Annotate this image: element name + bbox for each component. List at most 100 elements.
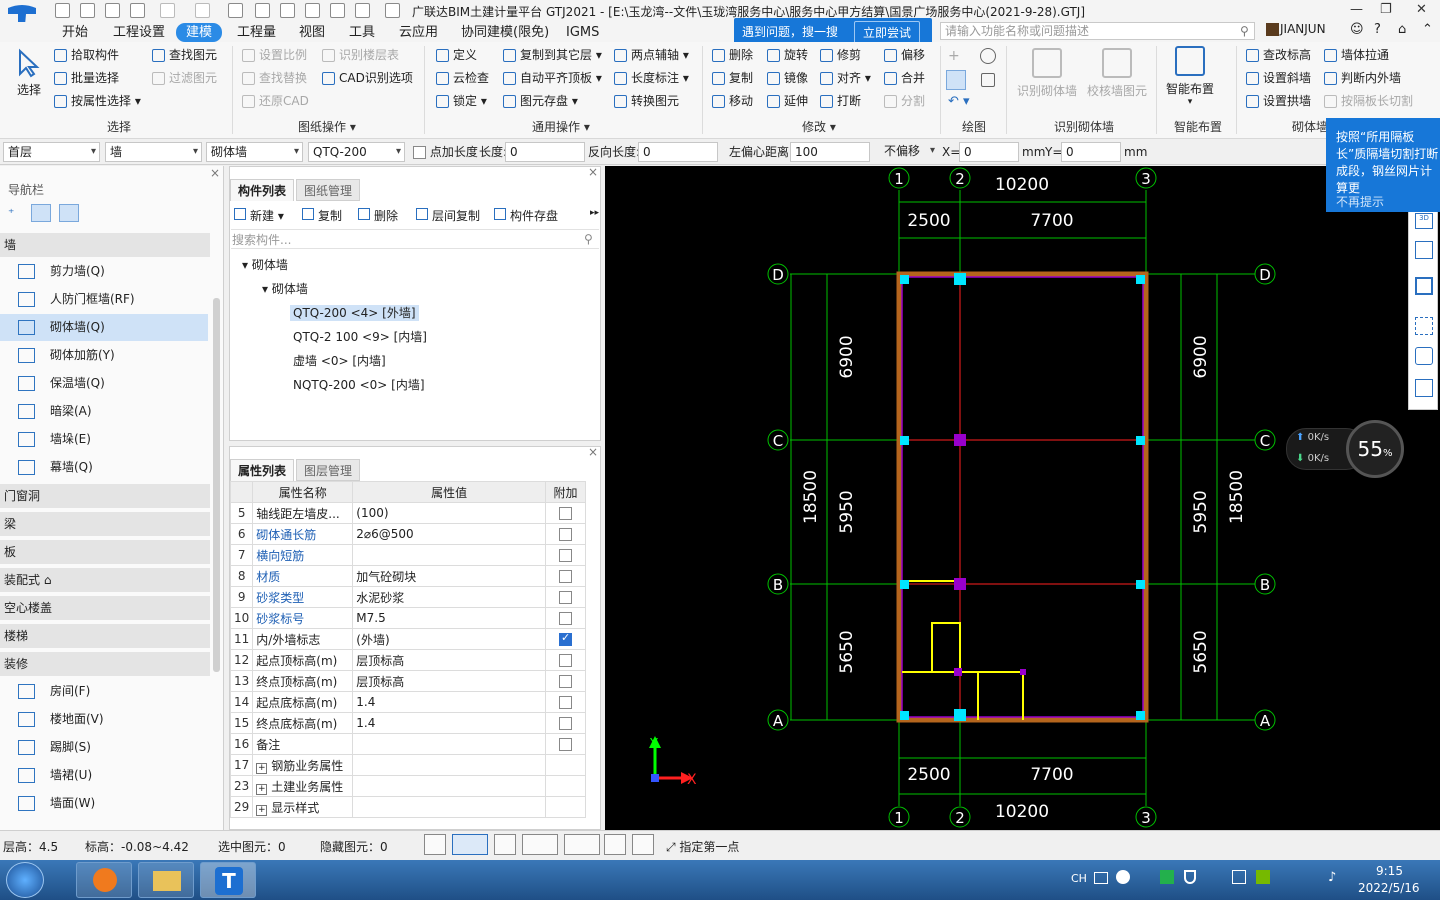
nav-item-insulation-wall[interactable]: 保温墙(Q) bbox=[0, 370, 208, 397]
merge-button[interactable]: 合并 bbox=[884, 68, 925, 88]
layout-icon[interactable] bbox=[305, 3, 320, 18]
extra-checkbox[interactable] bbox=[545, 502, 586, 524]
list-view-icon[interactable] bbox=[31, 204, 51, 222]
nav-item-dado[interactable]: 墙裙(U) bbox=[0, 762, 208, 789]
box-view-icon[interactable] bbox=[1415, 347, 1433, 365]
nav-section-openings[interactable]: 门窗洞 bbox=[0, 484, 210, 508]
mirror-button[interactable]: 镜像 bbox=[767, 68, 808, 88]
property-value[interactable]: M7.5 bbox=[352, 607, 546, 629]
property-value[interactable]: (100) bbox=[352, 502, 546, 524]
tab-component-list[interactable]: 构件列表 bbox=[230, 179, 295, 201]
extra-checkbox[interactable] bbox=[545, 565, 586, 587]
taskbar-explorer[interactable] bbox=[138, 862, 194, 898]
dont-show-again-button[interactable]: 不再提示 bbox=[1336, 194, 1384, 211]
curve-draw-icon[interactable]: ↶ ▾ bbox=[948, 94, 970, 109]
y-input[interactable]: 0 bbox=[1061, 142, 1121, 162]
no-offset-select[interactable]: 不偏移 bbox=[880, 142, 938, 162]
component-select[interactable]: QTQ-200 bbox=[308, 142, 405, 162]
detail-view-icon[interactable] bbox=[59, 204, 79, 222]
clock-time[interactable]: 9:15 bbox=[1376, 864, 1403, 878]
tree-sub[interactable]: ▾ 砌体墙 bbox=[262, 280, 308, 297]
property-row[interactable]: 10 砂浆标号 M7.5 bbox=[229, 607, 586, 629]
property-row[interactable]: 16 备注 bbox=[229, 733, 586, 755]
redo-icon[interactable] bbox=[195, 3, 210, 18]
cloud-check-button[interactable]: 云检查 bbox=[436, 68, 489, 88]
sum-icon[interactable] bbox=[228, 3, 243, 18]
break-button[interactable]: 打断 bbox=[820, 91, 861, 111]
delete-button[interactable]: 删除 bbox=[712, 45, 753, 65]
volume-icon[interactable]: ♪ bbox=[1328, 870, 1336, 885]
upload-icon[interactable] bbox=[55, 3, 70, 18]
find-icon[interactable] bbox=[255, 3, 270, 18]
angle-icon[interactable] bbox=[522, 834, 558, 855]
display-icon[interactable] bbox=[604, 834, 626, 855]
check-wall-button[interactable]: 校核墙图元 bbox=[1086, 48, 1148, 99]
extra-checkbox[interactable] bbox=[545, 586, 586, 608]
memory-percent[interactable]: 55% bbox=[1346, 420, 1404, 478]
copy-component-button[interactable]: 复制 bbox=[302, 207, 342, 224]
property-value[interactable]: 1.4 bbox=[352, 691, 546, 713]
copy-to-floor-button[interactable]: 复制到其它层 ▾ bbox=[503, 45, 602, 65]
property-group-row[interactable]: 17 + 钢筋业务属性 bbox=[229, 754, 586, 776]
extra-checkbox[interactable] bbox=[545, 607, 586, 629]
new-file-icon[interactable] bbox=[80, 3, 95, 18]
extend-button[interactable]: 延伸 bbox=[767, 91, 808, 111]
group-modify-label[interactable]: 修改 ▾ bbox=[802, 118, 836, 135]
list-report-icon[interactable] bbox=[1415, 379, 1433, 397]
extra-checkbox[interactable] bbox=[545, 544, 586, 566]
nav-section-decoration[interactable]: 装修 bbox=[0, 652, 210, 676]
nav-section-stairs[interactable]: 楼梯 bbox=[0, 624, 210, 648]
cad-options-button[interactable]: CAD识别选项 bbox=[322, 68, 413, 88]
cut-by-board-button[interactable]: 按隔板长切割 bbox=[1324, 91, 1413, 111]
point-draw-icon[interactable]: + bbox=[948, 48, 964, 64]
panel-close-icon[interactable]: × bbox=[588, 165, 598, 179]
panel-close-icon[interactable]: × bbox=[588, 445, 598, 459]
property-row[interactable]: 6 砌体通长筋 2⌀6@500 bbox=[229, 523, 586, 545]
restore-button[interactable]: ❐ bbox=[1380, 2, 1392, 17]
grid-icon[interactable] bbox=[280, 3, 295, 18]
offset-button[interactable]: 偏移 bbox=[884, 45, 925, 65]
tree-root[interactable]: ▾ 砌体墙 bbox=[242, 256, 288, 273]
property-value[interactable] bbox=[352, 733, 546, 755]
rotate-button[interactable]: 旋转 bbox=[767, 45, 808, 65]
outer-walls[interactable] bbox=[896, 271, 1149, 723]
expand-icon[interactable]: + bbox=[256, 783, 268, 795]
nav-item-wall-surface[interactable]: 墙面(W) bbox=[0, 790, 208, 817]
tab-layer-management[interactable]: 图层管理 bbox=[296, 459, 361, 481]
nav-scrollbar[interactable] bbox=[213, 298, 220, 672]
select-by-property-button[interactable]: 按属性选择 ▾ bbox=[54, 91, 141, 111]
property-value[interactable]: (外墙) bbox=[352, 628, 546, 650]
zoom-extent-icon[interactable] bbox=[1415, 317, 1433, 335]
nav-item-floor[interactable]: 楼地面(V) bbox=[0, 706, 208, 733]
nav-section-beam[interactable]: 梁 bbox=[0, 512, 210, 536]
length-input[interactable]: 0 bbox=[505, 142, 585, 162]
select-button[interactable]: 选择 bbox=[12, 48, 46, 98]
nav-item-room[interactable]: 房间(F) bbox=[0, 678, 208, 705]
tree-item-virtual-wall[interactable]: 虚墙 <0> [内墙] bbox=[293, 352, 386, 369]
property-value[interactable]: 层顶标高 bbox=[352, 670, 546, 692]
cross-icon[interactable] bbox=[494, 834, 516, 855]
table-icon[interactable] bbox=[355, 3, 370, 18]
offset-input[interactable]: 100 bbox=[790, 142, 870, 162]
menu-modeling[interactable]: 建模 bbox=[176, 23, 223, 42]
more-icon[interactable]: ▸▸ bbox=[590, 208, 599, 218]
property-value[interactable]: 水泥砂浆 bbox=[352, 586, 546, 608]
menu-igms[interactable]: IGMS bbox=[556, 23, 609, 42]
split-button[interactable]: 分割 bbox=[884, 91, 925, 111]
extra-checkbox[interactable] bbox=[545, 628, 586, 650]
reverse-length-input[interactable]: 0 bbox=[638, 142, 718, 162]
book-icon[interactable] bbox=[385, 3, 400, 18]
add-length-checkbox[interactable]: 点加长度 bbox=[413, 143, 478, 161]
plan-drawing[interactable]: 1 2 3 1 2 3 D C B A D C B A 10200 2500 7… bbox=[605, 166, 1440, 830]
tree-item-qtq2[interactable]: QTQ-2 100 <9> [内墙] bbox=[293, 328, 427, 345]
nav-close-icon[interactable]: × bbox=[210, 166, 220, 180]
nav-section-wall[interactable]: 墙 bbox=[0, 233, 210, 257]
save-component-button[interactable]: 构件存盘 bbox=[494, 207, 558, 224]
rect-draw-icon[interactable] bbox=[981, 73, 995, 87]
expand-icon[interactable]: + bbox=[256, 762, 268, 774]
property-value[interactable]: 2⌀6@500 bbox=[352, 523, 546, 545]
pick-component-button[interactable]: 拾取构件 bbox=[54, 45, 119, 65]
clock-date[interactable]: 2022/5/16 bbox=[1358, 881, 1420, 895]
nav-section-hollow-slab[interactable]: 空心楼盖 bbox=[0, 596, 210, 620]
taskbar-gtj[interactable]: T bbox=[200, 862, 256, 898]
